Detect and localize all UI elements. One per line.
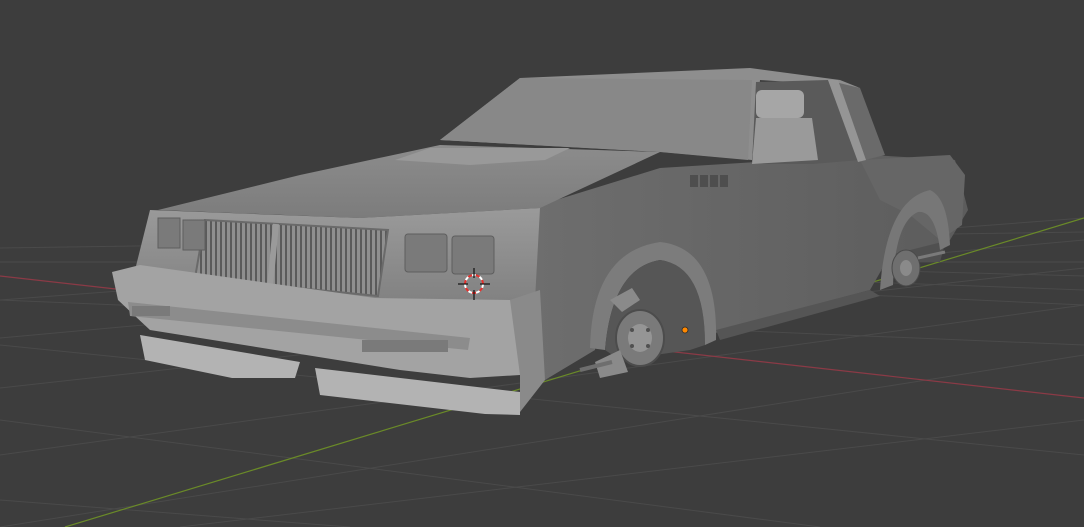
3d-viewport[interactable] [0,0,1084,527]
viewport-canvas[interactable] [0,0,1084,527]
bumper-marker-right [362,340,448,352]
bumper-marker-left [132,306,170,316]
object-origin-point[interactable] [681,326,689,334]
